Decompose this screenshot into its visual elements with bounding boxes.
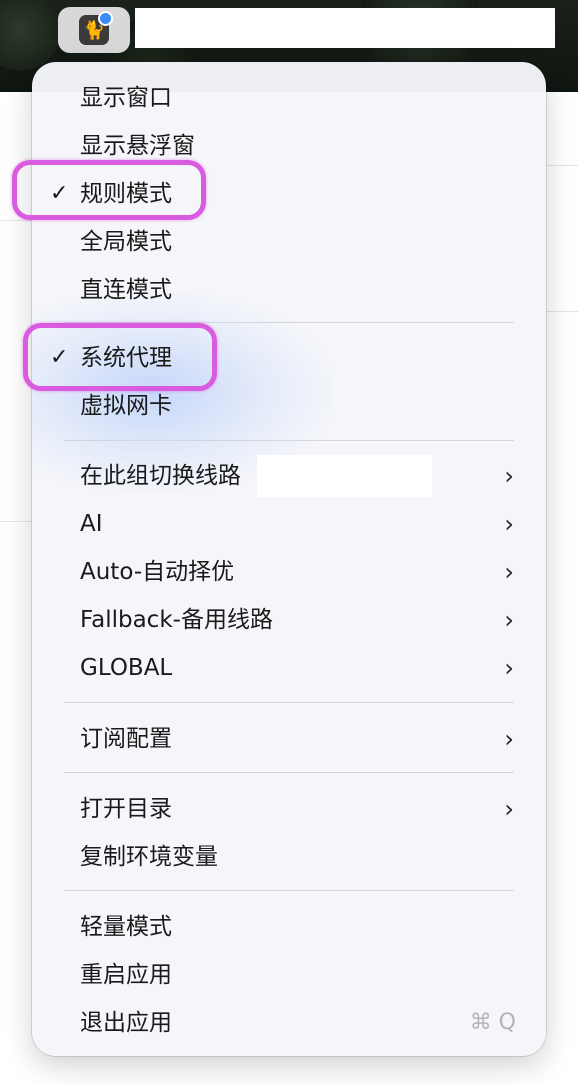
redacted-area — [135, 8, 555, 48]
menu-item-ai[interactable]: AI › — [32, 502, 546, 546]
menu-item-lightweight-mode[interactable]: 轻量模式 — [32, 905, 546, 949]
menu-item-quit-app[interactable]: 退出应用 ⌘ Q — [32, 1001, 546, 1045]
menu-item-label: 退出应用 — [80, 1010, 172, 1036]
menu-item-restart-app[interactable]: 重启应用 — [32, 953, 546, 997]
menu-item-direct-mode[interactable]: 直连模式 — [32, 268, 546, 312]
menu-item-label: Fallback-备用线路 — [80, 607, 273, 633]
menu-item-label: Auto-自动择优 — [80, 559, 235, 585]
tray-app-icon[interactable]: 🐈 — [58, 7, 130, 53]
chevron-right-icon: › — [504, 462, 514, 490]
menu-separator — [64, 890, 514, 891]
menu-item-auto-select[interactable]: Auto-自动择优 › — [32, 550, 546, 594]
menu-item-open-directory[interactable]: 打开目录 › — [32, 787, 546, 831]
menu-separator — [64, 440, 514, 441]
menu-item-label: 复制环境变量 — [80, 844, 218, 870]
menu-item-subscription-config[interactable]: 订阅配置 › — [32, 717, 546, 761]
keyboard-shortcut: ⌘ Q — [469, 1010, 516, 1035]
chevron-right-icon: › — [504, 558, 514, 586]
menu-separator — [64, 772, 514, 773]
menu-separator — [64, 702, 514, 703]
menu-item-label: 轻量模式 — [80, 914, 172, 940]
status-dot-icon — [98, 11, 113, 26]
menu-item-global[interactable]: GLOBAL › — [32, 646, 546, 690]
cat-icon: 🐈 — [79, 11, 113, 45]
menu-item-label: 显示窗口 — [80, 85, 172, 111]
annotation-highlight-system-proxy — [23, 323, 217, 391]
menu-item-copy-env-vars[interactable]: 复制环境变量 — [32, 835, 546, 879]
menu-item-show-window[interactable]: 显示窗口 — [32, 76, 546, 120]
menu-item-label: 直连模式 — [80, 277, 172, 303]
menu-item-label: 在此组切换线路 — [80, 463, 241, 489]
chevron-right-icon: › — [504, 510, 514, 538]
menu-item-label: 全局模式 — [80, 229, 172, 255]
menu-item-global-mode[interactable]: 全局模式 — [32, 220, 546, 264]
menu-item-label: GLOBAL — [80, 655, 173, 681]
redacted-area — [257, 455, 432, 497]
chevron-right-icon: › — [504, 795, 514, 823]
menu-item-label: 订阅配置 — [80, 726, 172, 752]
menu-item-label: 重启应用 — [80, 962, 172, 988]
menu-item-label: 打开目录 — [80, 796, 172, 822]
menu-item-label: AI — [80, 511, 103, 537]
chevron-right-icon: › — [504, 606, 514, 634]
chevron-right-icon: › — [504, 725, 514, 753]
menu-item-fallback[interactable]: Fallback-备用线路 › — [32, 598, 546, 642]
annotation-highlight-rule-mode — [12, 160, 206, 220]
chevron-right-icon: › — [504, 654, 514, 682]
